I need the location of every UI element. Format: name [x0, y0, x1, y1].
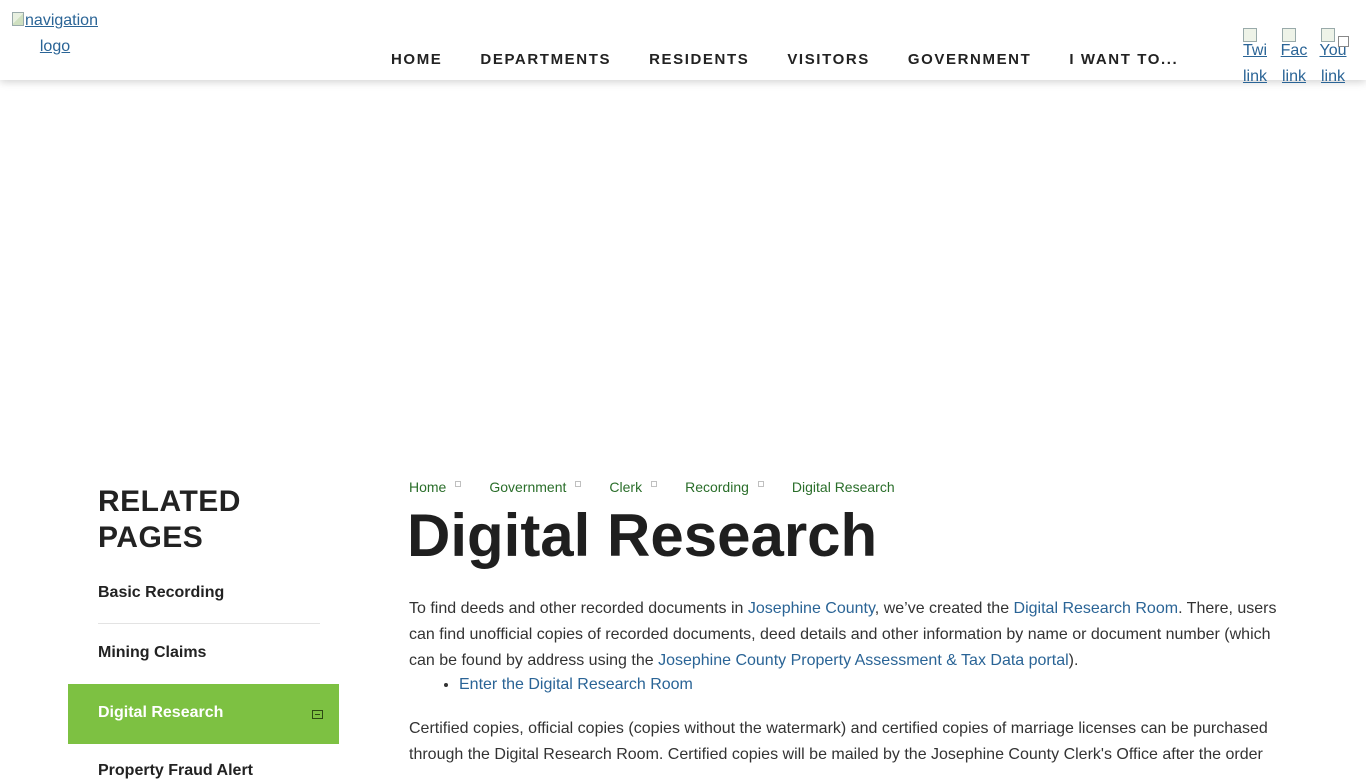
- twitter-alt-link: link: [1242, 68, 1267, 85]
- collapse-icon[interactable]: [312, 710, 323, 719]
- nav-residents[interactable]: RESIDENTS: [630, 48, 768, 72]
- breadcrumb-current: Digital Research: [791, 479, 895, 495]
- nav-i-want-to[interactable]: I WANT TO...: [1050, 48, 1197, 72]
- broken-image-icon: [12, 12, 25, 26]
- main-content: To find deeds and other recorded documen…: [409, 596, 1279, 768]
- enter-digital-research-room-link[interactable]: Enter the Digital Research Room: [459, 676, 693, 693]
- link-list: Enter the Digital Research Room: [409, 674, 1279, 696]
- breadcrumb-recording[interactable]: Recording: [685, 479, 749, 495]
- breadcrumb-separator-icon: [575, 481, 582, 487]
- breadcrumb: Home Government Clerk Recording Digital …: [409, 478, 895, 496]
- property-assessment-portal-link[interactable]: Josephine County Property Assessment & T…: [658, 652, 1069, 669]
- nav-home[interactable]: HOME: [372, 48, 461, 72]
- sidebar-item-digital-research[interactable]: Digital Research: [68, 684, 339, 744]
- site-header: navigation logo HOME DEPARTMENTS RESIDEN…: [0, 0, 1366, 85]
- facebook-alt-link: link: [1281, 68, 1306, 85]
- facebook-link[interactable]: Fac link: [1280, 28, 1308, 98]
- logo-alt-text: navigation logo: [25, 12, 98, 55]
- breadcrumb-clerk[interactable]: Clerk: [609, 479, 642, 495]
- certified-copies-paragraph: Certified copies, official copies (copie…: [409, 720, 1268, 763]
- sidebar-item-mining-claims[interactable]: Mining Claims: [98, 644, 320, 662]
- list-item: Enter the Digital Research Room: [459, 674, 1279, 696]
- sidebar-item-basic-recording[interactable]: Basic Recording: [98, 584, 320, 602]
- text-run: To find deeds and other recorded documen…: [409, 600, 748, 617]
- nav-departments[interactable]: DEPARTMENTS: [461, 48, 630, 72]
- breadcrumb-government[interactable]: Government: [489, 479, 566, 495]
- josephine-county-link[interactable]: Josephine County: [748, 600, 875, 617]
- nav-visitors[interactable]: VISITORS: [768, 48, 889, 72]
- breadcrumb-separator-icon: [651, 481, 658, 487]
- breadcrumb-separator-icon: [757, 481, 764, 487]
- related-pages-title: RELATED PAGES: [98, 485, 241, 554]
- navigation-logo-link[interactable]: navigation logo: [5, 8, 105, 60]
- breadcrumb-home[interactable]: Home: [409, 479, 446, 495]
- text-run: , we’ve created the: [874, 600, 1014, 617]
- sidebar-item-label: Digital Research: [98, 704, 224, 721]
- twitter-link[interactable]: Twi link: [1241, 28, 1269, 98]
- intro-paragraph: To find deeds and other recorded documen…: [409, 596, 1279, 674]
- breadcrumb-separator-icon: [455, 481, 462, 487]
- text-run: ).: [1068, 652, 1079, 669]
- youtube-alt-link: link: [1320, 68, 1345, 85]
- sidebar-item-property-fraud-alert[interactable]: Property Fraud Alert: [98, 762, 320, 780]
- unknown-glyph-icon: [1338, 36, 1349, 47]
- page-title: Digital Research: [407, 502, 878, 569]
- facebook-alt-text: Fac: [1280, 42, 1308, 59]
- twitter-alt-text: Twi: [1243, 42, 1267, 59]
- sidebar-divider: [98, 623, 320, 624]
- digital-research-room-link[interactable]: Digital Research Room: [1014, 600, 1179, 617]
- main-navigation: HOME DEPARTMENTS RESIDENTS VISITORS GOVE…: [372, 48, 1197, 72]
- nav-government[interactable]: GOVERNMENT: [889, 48, 1051, 72]
